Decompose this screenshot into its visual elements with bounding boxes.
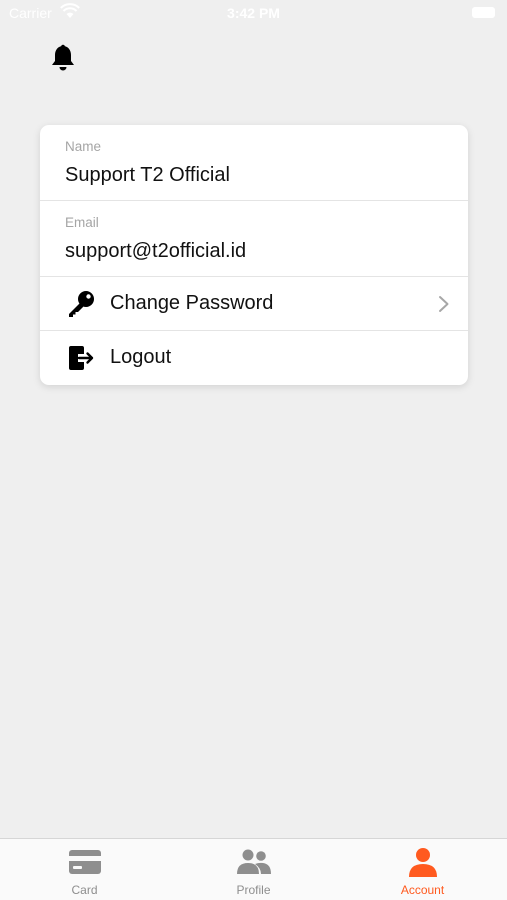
name-value: Support T2 Official — [65, 164, 230, 186]
change-password-button[interactable]: Change Password — [40, 277, 468, 331]
change-password-label: Change Password — [110, 292, 274, 314]
key-icon — [69, 291, 94, 317]
chevron-right-icon — [439, 296, 449, 312]
tab-profile-label: Profile — [236, 883, 271, 897]
name-label: Name — [65, 139, 102, 154]
logout-icon — [69, 346, 94, 370]
bell-icon — [52, 44, 74, 71]
account-screen: Carrier 3:42 PM Name Support T2 Official… — [0, 0, 507, 900]
email-row: Email support@t2official.id — [40, 201, 468, 277]
card-icon — [68, 850, 101, 874]
notifications-button[interactable] — [50, 44, 76, 72]
tab-profile[interactable]: Profile — [169, 839, 338, 900]
tab-account[interactable]: Account — [338, 839, 507, 900]
email-value: support@t2official.id — [65, 240, 247, 262]
tab-bar: Card Profile Account — [0, 838, 507, 900]
tab-account-label: Account — [400, 883, 445, 897]
tab-card[interactable]: Card — [0, 839, 169, 900]
account-card: Name Support T2 Official Email support@t… — [40, 125, 468, 385]
battery-icon — [472, 7, 495, 18]
logout-label: Logout — [110, 346, 172, 368]
logout-button[interactable]: Logout — [40, 331, 468, 385]
email-label: Email — [65, 215, 99, 230]
name-row: Name Support T2 Official — [40, 125, 468, 201]
status-time: 3:42 PM — [227, 5, 280, 21]
user-icon — [408, 848, 437, 877]
status-bar: Carrier 3:42 PM — [0, 0, 507, 28]
tab-card-label: Card — [71, 883, 98, 897]
users-icon — [236, 849, 271, 874]
